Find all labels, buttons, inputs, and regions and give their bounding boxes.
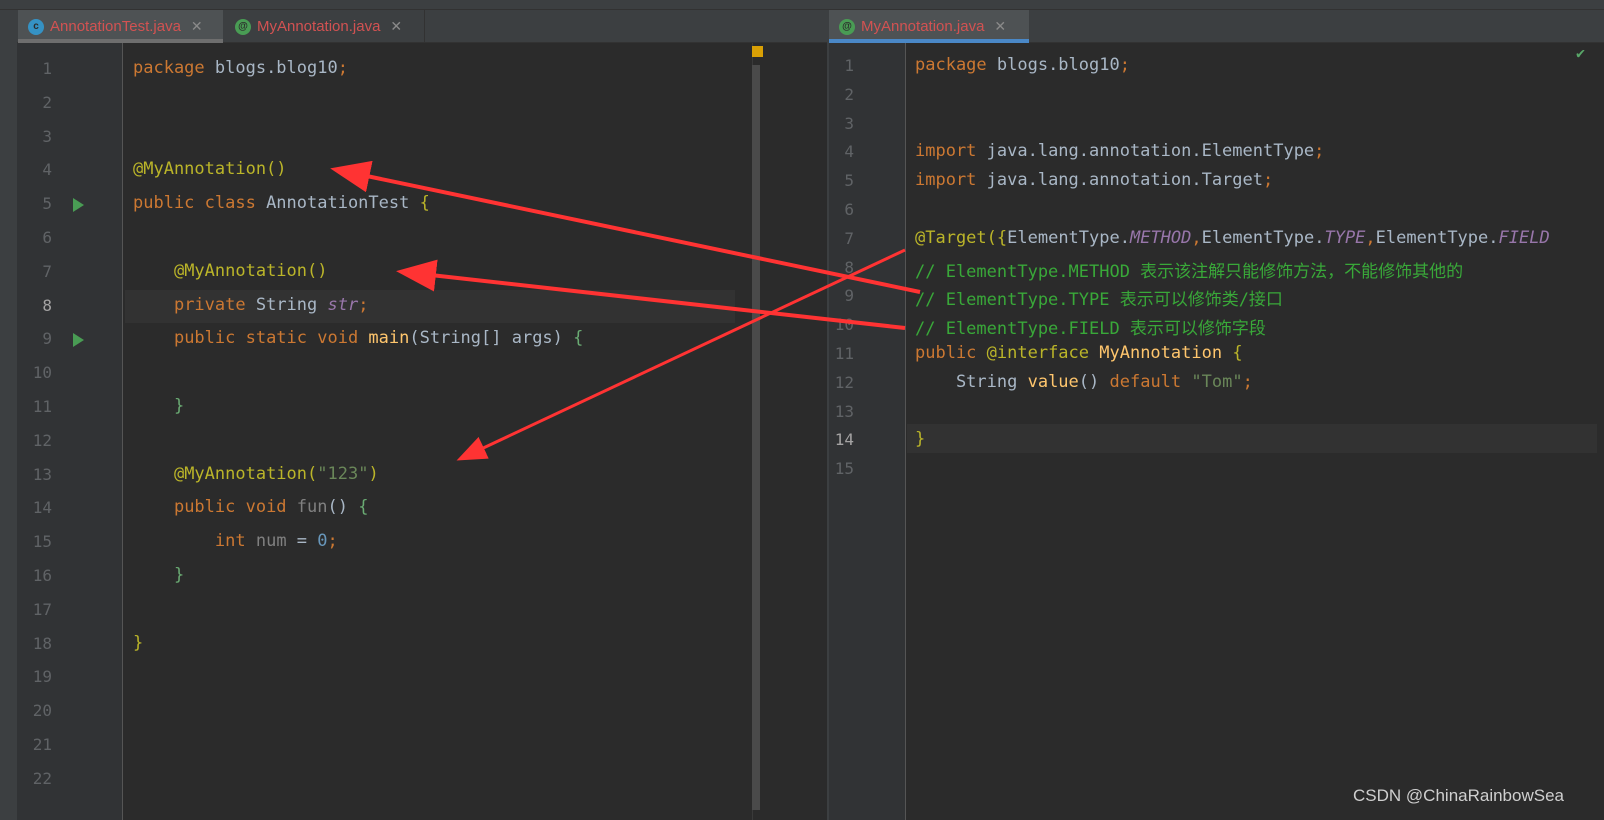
annotation-arrows [330, 160, 921, 461]
arrow-field [396, 259, 906, 330]
arrow-type [456, 248, 906, 461]
watermark: CSDN @ChinaRainbowSea [1353, 786, 1564, 805]
